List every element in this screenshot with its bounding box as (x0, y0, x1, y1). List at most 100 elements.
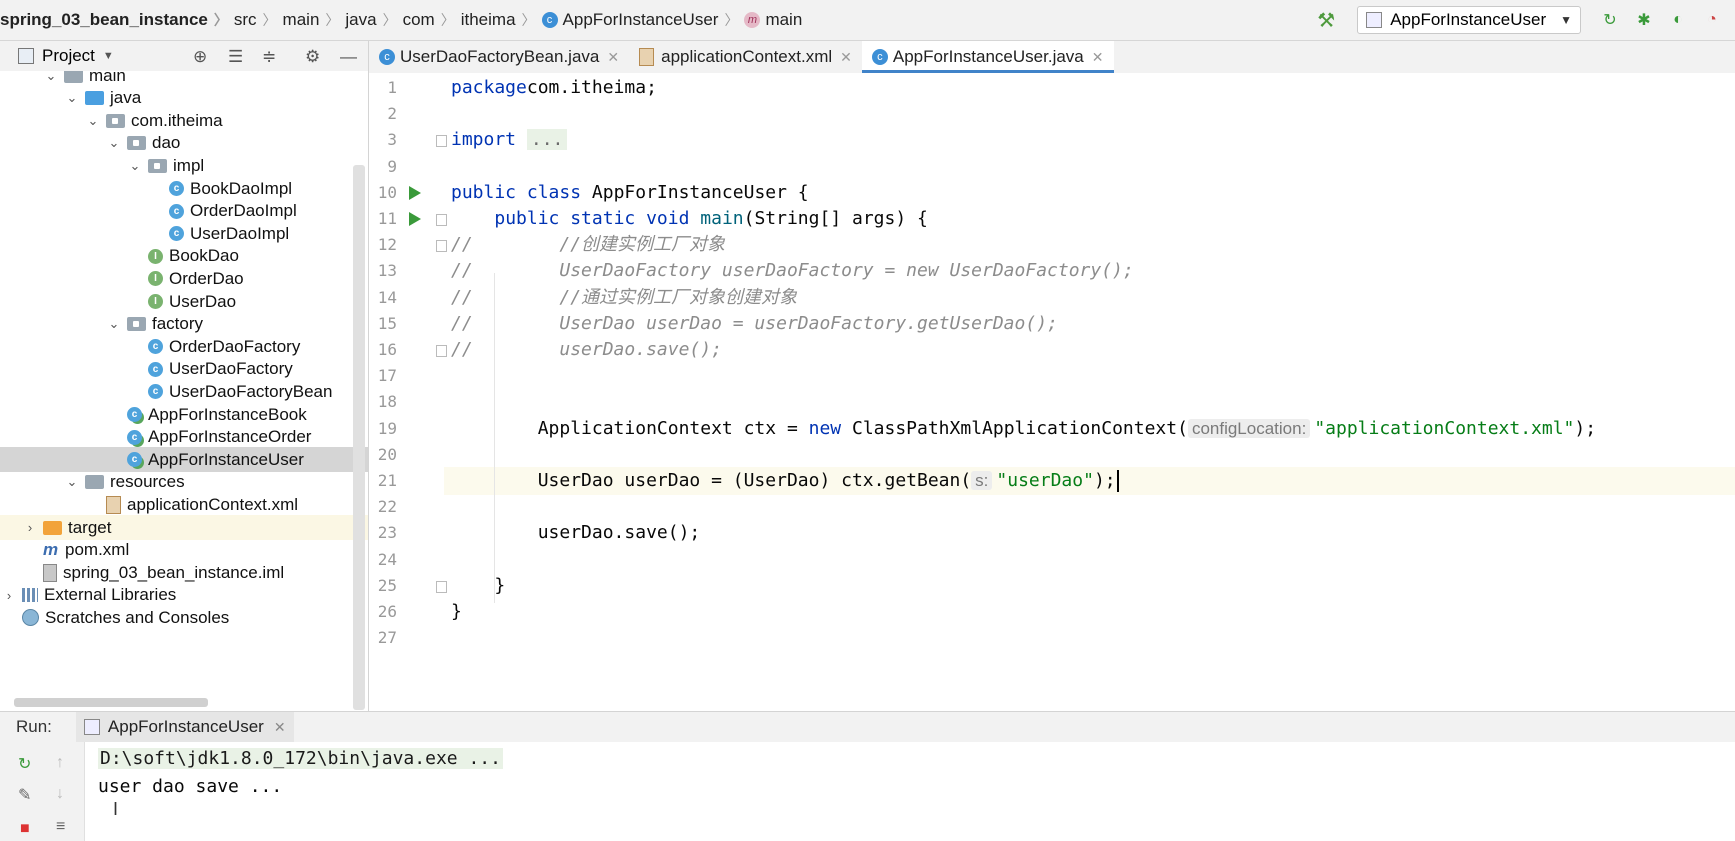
line-number: 22 (377, 497, 397, 517)
chevron-down-icon[interactable]: ⌄ (128, 158, 142, 174)
breadcrumb-class[interactable]: c AppForInstanceUser 〉 (541, 10, 745, 30)
close-icon[interactable]: ✕ (1092, 49, 1104, 66)
debug-bug-icon[interactable]: ✱ (1633, 9, 1655, 31)
chevron-down-icon[interactable]: ⌄ (65, 90, 79, 106)
breadcrumb-item[interactable]: src 〉 (234, 10, 283, 30)
run-gutter-icon[interactable] (409, 212, 421, 226)
code-area[interactable]: packagecom.itheima; import ... public clas… (444, 73, 1735, 711)
project-view-selector[interactable]: Project ▼ (18, 46, 114, 66)
code-token: new (808, 417, 852, 439)
chevron-down-icon[interactable]: ⌄ (65, 474, 79, 490)
tree-node[interactable]: ⌄ resources (0, 470, 368, 495)
tree-node[interactable]: c AppForInstanceBook (0, 402, 368, 427)
tree-node[interactable]: c BookDaoImpl (0, 176, 368, 201)
chevron-down-icon: ▼ (1560, 13, 1572, 27)
tree-node[interactable]: ⌄ com.itheima (0, 108, 368, 133)
class-icon: c (871, 49, 888, 65)
breadcrumb-item[interactable]: java 〉 (345, 10, 402, 30)
tree-node[interactable]: applicationContext.xml (0, 492, 368, 517)
wrench-icon[interactable]: ✎ (18, 785, 31, 805)
project-icon (18, 48, 34, 64)
rerun-icon[interactable]: ↻ (18, 754, 31, 774)
tree-node[interactable]: c AppForInstanceOrder (0, 425, 368, 450)
locate-crosshair-icon[interactable]: ⊕ (193, 47, 207, 67)
breadcrumb-item[interactable]: com 〉 (403, 10, 461, 30)
tree-node[interactable]: ⌄ impl (0, 153, 368, 178)
line-number: 25 (377, 575, 397, 595)
text-caret (1116, 470, 1119, 492)
arrow-up-icon[interactable]: ↑ (56, 754, 64, 772)
soft-wrap-icon[interactable]: ≡ (56, 818, 65, 836)
tree-node[interactable]: ⌄ factory (0, 312, 368, 337)
collapse-all-icon[interactable]: ≑ (262, 47, 276, 67)
run-tab[interactable]: AppForInstanceUser ✕ (75, 712, 294, 742)
run-console[interactable]: ↻ ↑ ✎ ↓ ■ ≡ D:\soft\jdk1.8.0_172\bin\jav… (0, 742, 1735, 841)
code-line: import ... (451, 126, 568, 154)
run-config-icon (1366, 12, 1383, 28)
build-hammer-icon[interactable]: ⚒ (1317, 8, 1335, 33)
tree-node[interactable]: I BookDao (0, 244, 368, 269)
tree-node[interactable]: › External Libraries (0, 583, 368, 608)
tree-node[interactable]: ⌄ java (0, 86, 368, 111)
tree-node[interactable]: c UserDaoFactory (0, 357, 368, 382)
project-horizontal-scrollbar[interactable] (14, 698, 208, 707)
gear-icon[interactable]: ⚙ (305, 47, 320, 67)
chevron-right-icon[interactable]: › (23, 520, 37, 535)
chevron-down-icon[interactable]: ⌄ (107, 316, 121, 332)
maven-file-icon: m (43, 540, 59, 560)
editor-gutter: 1 2 3 9 10 11 12 13 14 15 16 17 18 19 20 21 22 23 24 25 26 27 (369, 73, 447, 711)
folded-imports[interactable]: ... (526, 129, 568, 151)
coverage-shield-icon[interactable]: ◐ (1667, 9, 1689, 31)
breadcrumb-item-label: main (282, 10, 320, 29)
tree-node[interactable]: m pom.xml (0, 538, 368, 563)
method-icon: m (744, 12, 761, 28)
tree-node[interactable]: spring_03_bean_instance.iml (0, 560, 368, 585)
runnable-class-icon: c (127, 452, 142, 468)
tree-node[interactable]: › target (0, 515, 368, 540)
line-number: 15 (377, 313, 397, 333)
breadcrumb-item[interactable]: itheima 〉 (461, 10, 542, 30)
tree-node-label: OrderDao (169, 268, 244, 288)
stop-icon[interactable]: ■ (20, 820, 30, 838)
run-toolbar: ⚒ AppForInstanceUser ▼ ↻ ✱ ◐ ◔ (1317, 0, 1735, 40)
project-vertical-scrollbar[interactable] (353, 165, 365, 710)
editor-tab[interactable]: c AppForInstanceUser.java ✕ (861, 41, 1114, 74)
expand-all-icon[interactable]: ☰ (228, 47, 243, 67)
profile-icon[interactable]: ◔ (1701, 9, 1723, 31)
run-configuration-select[interactable]: AppForInstanceUser ▼ (1357, 6, 1581, 34)
tree-node[interactable]: c AppForInstanceUser (0, 447, 368, 473)
folder-icon (85, 475, 104, 490)
close-icon[interactable]: ✕ (607, 49, 619, 66)
breadcrumb-project[interactable]: spring_03_bean_instance 〉 (0, 10, 234, 30)
rerun-icon[interactable]: ↻ (1599, 9, 1621, 31)
tree-node[interactable]: c UserDaoImpl (0, 221, 368, 246)
tree-node[interactable]: c OrderDaoFactory (0, 334, 368, 359)
close-icon[interactable]: ✕ (840, 49, 852, 66)
chevron-down-icon[interactable]: ⌄ (44, 71, 58, 84)
tree-node[interactable]: I OrderDao (0, 266, 368, 291)
chevron-down-icon[interactable]: ⌄ (86, 113, 100, 129)
tree-node[interactable]: c OrderDaoImpl (0, 199, 368, 224)
code-editor[interactable]: 1 2 3 9 10 11 12 13 14 15 16 17 18 19 20 21 22 23 24 25 26 27… (369, 73, 1735, 711)
arrow-down-icon[interactable]: ↓ (56, 785, 64, 803)
chevron-right-icon[interactable]: › (2, 588, 16, 603)
close-icon[interactable]: ✕ (274, 719, 286, 736)
breadcrumb-item[interactable]: main 〉 (283, 10, 346, 30)
tree-node-label: java (110, 88, 142, 108)
interface-icon: I (148, 294, 163, 309)
breadcrumb-method[interactable]: m main (744, 10, 802, 30)
editor-tab[interactable]: c UserDaoFactoryBean.java ✕ (369, 41, 629, 73)
code-token: userDao.save(); (451, 522, 701, 544)
run-gutter-icon[interactable] (409, 185, 421, 200)
tree-node[interactable]: I UserDao (0, 289, 368, 314)
editor-tab[interactable]: applicationContext.xml ✕ (629, 41, 862, 73)
minimize-icon[interactable]: — (340, 47, 357, 67)
tree-node[interactable]: c UserDaoFactoryBean (0, 379, 368, 404)
tree-node[interactable]: ⌄ dao (0, 131, 368, 156)
excluded-folder-icon (43, 520, 62, 535)
tree-node[interactable]: Scratches and Consoles (0, 605, 368, 630)
tree-node-label: resources (110, 472, 185, 492)
tree-node-label: UserDao (169, 291, 237, 311)
chevron-down-icon[interactable]: ⌄ (107, 135, 121, 151)
tree-node-label: AppForInstanceBook (148, 404, 307, 424)
